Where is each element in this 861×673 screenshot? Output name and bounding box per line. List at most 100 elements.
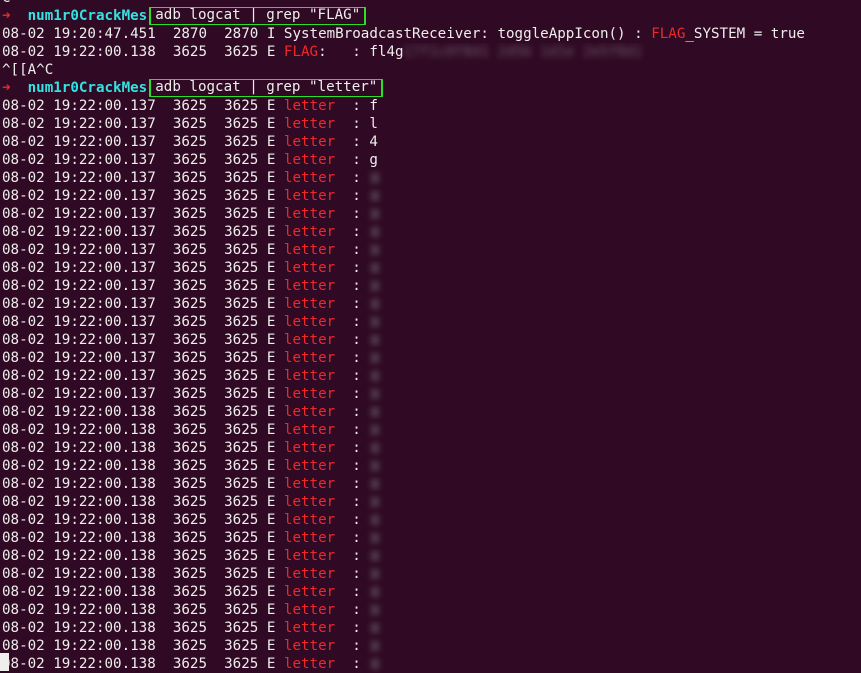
log-time: 08-02 19:22:00.138	[2, 620, 156, 636]
log-time: 08-02 19:22:00.137	[2, 332, 156, 348]
log-level: E	[266, 188, 276, 204]
log-pid: 3625	[172, 620, 208, 636]
redacted-letter-value	[370, 371, 379, 381]
log-time: 08-02 19:22:00.138	[2, 494, 156, 510]
log-pid: 3625	[172, 188, 208, 204]
log-tid: 3625	[224, 584, 259, 600]
top-partial-line: C	[2, 0, 861, 7]
log-tid: 3625	[224, 494, 259, 510]
log-pid: 3625	[172, 386, 208, 402]
log-separator: :	[352, 206, 361, 222]
redacted-letter-value	[370, 227, 379, 237]
log-time: 08-02 19:22:00.138	[2, 440, 156, 456]
terminal-output[interactable]: C ➜ num1r0CrackMesadb logcat | grep "FLA…	[2, 0, 861, 673]
log-letter-tag: letter	[283, 332, 336, 348]
log-separator: :	[352, 224, 361, 240]
letter-log-line: 08-02 19:22:00.138 3625 3625 E letter :	[2, 529, 861, 547]
log-separator: :	[352, 332, 361, 348]
log-pid: 3625	[172, 170, 208, 186]
log-letter-tag: letter	[283, 242, 336, 258]
log-separator: :	[352, 620, 361, 636]
log-pid: 3625	[172, 350, 208, 366]
log-tid: 3625	[224, 98, 259, 114]
redacted-letter-value	[370, 209, 379, 219]
log-level: E	[266, 152, 276, 168]
log-tid: 3625	[224, 620, 259, 636]
letter-log-line: 08-02 19:22:00.137 3625 3625 E letter :	[2, 223, 861, 241]
redacted-letter-value	[370, 551, 379, 561]
log-pid: 3625	[172, 368, 208, 384]
log-time: 08-02 19:20:47.451	[2, 26, 156, 42]
log-level: E	[266, 476, 276, 492]
log-pid: 3625	[172, 314, 208, 330]
log-letter-tag: letter	[283, 350, 336, 366]
log-level: E	[266, 224, 276, 240]
log-tid: 3625	[224, 170, 259, 186]
log-time: 08-02 19:22:00.137	[2, 152, 156, 168]
letter-log-line: 08-02 19:22:00.137 3625 3625 E letter :	[2, 367, 861, 385]
log-separator: :	[352, 296, 361, 312]
log-tid: 3625	[224, 386, 259, 402]
letter-log-line: 08-02 19:22:00.137 3625 3625 E letter :	[2, 349, 861, 367]
log-tid: 3625	[224, 656, 259, 672]
log-level: E	[266, 458, 276, 474]
log-letter-tag: letter	[283, 620, 336, 636]
log-level: E	[266, 170, 276, 186]
log-pid: 3625	[172, 44, 208, 60]
log-time: 08-02 19:22:00.138	[2, 566, 156, 582]
log-separator: :	[352, 602, 361, 618]
log-pid: 3625	[172, 566, 208, 582]
log-letter-tag: letter	[283, 134, 336, 150]
redacted-letter-value	[370, 299, 379, 309]
log-time: 08-02 19:22:00.137	[2, 350, 156, 366]
redacted-letter-value	[370, 641, 379, 651]
log-level: E	[266, 98, 276, 114]
redacted-letter-value	[370, 569, 379, 579]
log-separator: :	[352, 530, 361, 546]
log-letter-tag: letter	[283, 98, 336, 114]
redacted-letter-value	[370, 335, 379, 345]
log-time: 08-02 19:22:00.137	[2, 134, 156, 150]
log-pid: 3625	[172, 260, 208, 276]
log-letter-tag: letter	[283, 512, 336, 528]
log-separator: :	[352, 512, 361, 528]
log-time: 08-02 19:22:00.137	[2, 314, 156, 330]
log-letter-tag: letter	[283, 440, 336, 456]
log-level: E	[266, 368, 276, 384]
terminal-cursor	[0, 653, 9, 671]
log-separator: :	[352, 404, 361, 420]
log-letter-tag: letter	[283, 170, 336, 186]
log-separator: :	[352, 584, 361, 600]
log-level: E	[266, 134, 276, 150]
log-time: 08-02 19:22:00.137	[2, 188, 156, 204]
log-level: E	[266, 296, 276, 312]
log-letter-tag: letter	[283, 494, 336, 510]
log-separator: :	[352, 278, 361, 294]
log-pid: 3625	[172, 656, 208, 672]
log-tid: 3625	[224, 476, 259, 492]
log-level: I	[266, 26, 276, 42]
command-highlight-letter: adb logcat | grep "letter"	[149, 79, 384, 97]
log-separator: :	[352, 116, 361, 132]
log-pid: 3625	[172, 584, 208, 600]
log-level: E	[266, 548, 276, 564]
log-level: E	[266, 584, 276, 600]
log-tid: 3625	[224, 116, 259, 132]
log-separator: :	[352, 188, 361, 204]
log-pid: 3625	[172, 548, 208, 564]
letter-log-line: 08-02 19:22:00.137 3625 3625 E letter :	[2, 241, 861, 259]
log-message: SystemBroadcastReceiver: toggleAppIcon()…	[283, 26, 652, 42]
log-tid: 3625	[224, 332, 259, 348]
log-level: E	[266, 512, 276, 528]
log-level: E	[266, 386, 276, 402]
log-time: 08-02 19:22:00.137	[2, 116, 156, 132]
log-level: E	[266, 404, 276, 420]
log-letter-tag: letter	[283, 458, 336, 474]
log-separator: :	[352, 458, 361, 474]
letter-log-line: 08-02 19:22:00.138 3625 3625 E letter :	[2, 619, 861, 637]
redacted-letter-value	[370, 317, 379, 327]
log-tid: 3625	[224, 440, 259, 456]
log-letter-value: 4	[369, 134, 378, 150]
log-letter-tag: letter	[283, 422, 336, 438]
log-separator: :	[352, 548, 361, 564]
